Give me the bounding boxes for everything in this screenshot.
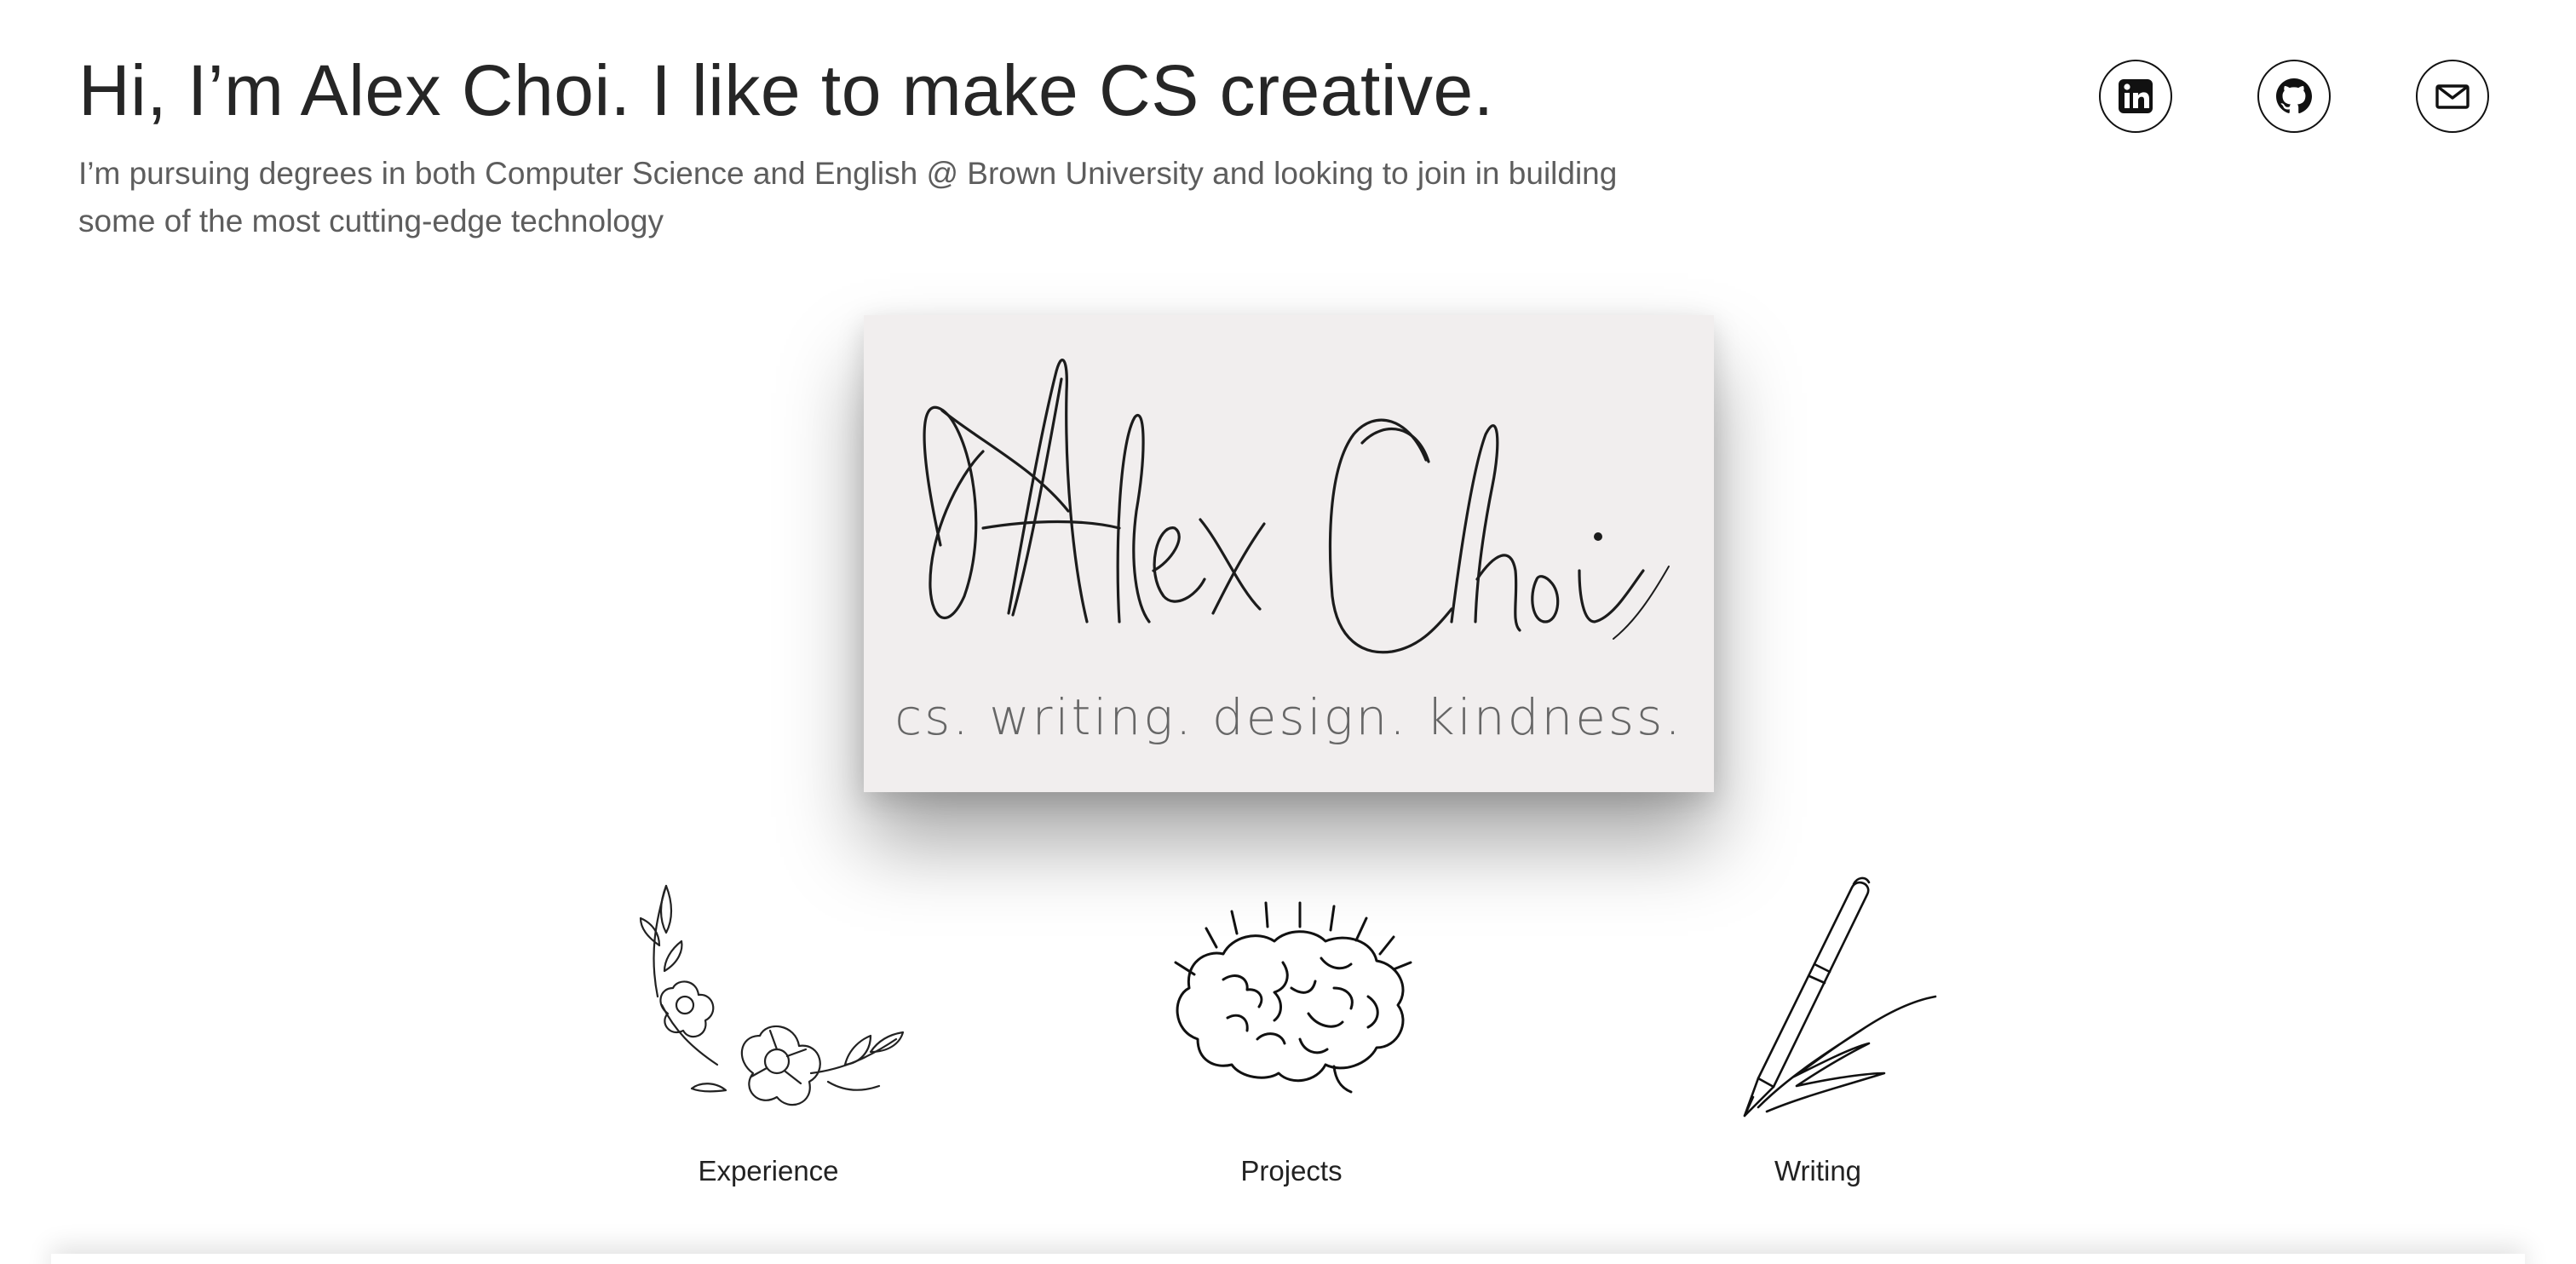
pen-writing-icon (1743, 876, 1937, 1117)
hero-signature-card: cs. writing. design. kindness. (864, 315, 1714, 792)
experience-nav-item[interactable]: Experience (589, 869, 947, 1186)
intro-subtitle: I’m pursuing degrees in both Computer Sc… (78, 156, 1618, 238)
writing-label: Writing (1774, 1155, 1862, 1186)
experience-label: Experience (698, 1155, 839, 1186)
hero-tagline: cs. writing. design. kindness. (894, 688, 1683, 746)
mail-button[interactable] (2416, 60, 2489, 133)
projects-label: Projects (1240, 1155, 1343, 1186)
github-button[interactable] (2257, 60, 2331, 133)
signature-logo (923, 358, 1670, 654)
projects-nav-item[interactable]: Projects (1113, 869, 1470, 1186)
writing-nav-item[interactable]: Writing (1639, 869, 1997, 1186)
social-links (2099, 60, 2489, 133)
brain-icon (1174, 901, 1412, 1094)
intro-header: Hi, I’m Alex Choi. I like to make CS cre… (78, 48, 1697, 245)
bottom-section-edge (51, 1254, 2525, 1264)
linkedin-icon (2119, 79, 2153, 113)
page: Hi, I’m Alex Choi. I like to make CS cre… (0, 0, 2576, 1264)
page-title: Hi, I’m Alex Choi. I like to make CS cre… (78, 50, 1494, 130)
linkedin-button[interactable] (2099, 60, 2172, 133)
mail-icon (2435, 84, 2470, 109)
github-icon (2276, 78, 2312, 114)
floral-wreath-icon (639, 884, 905, 1106)
